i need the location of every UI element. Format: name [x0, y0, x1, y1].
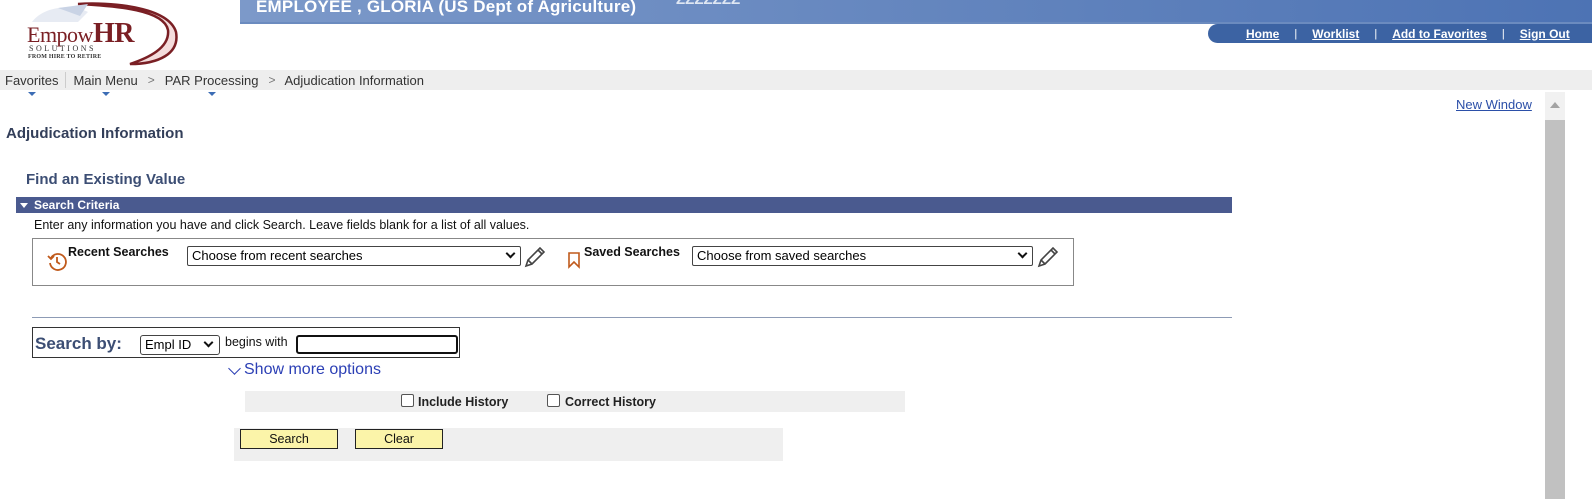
search-by-label: Search by: — [35, 334, 122, 353]
chevron-down-icon — [228, 361, 241, 375]
action-buttons-row: Search Clear — [234, 428, 783, 461]
operator-label: begins with — [225, 335, 288, 349]
page-title: Adjudication Information — [6, 125, 184, 142]
scrollbar-thumb[interactable] — [1545, 120, 1565, 499]
dropdown-arrow-icon — [207, 91, 216, 96]
logo-tagline: FROM HIRE TO RETIRE — [28, 54, 102, 60]
recent-searches-select[interactable]: Choose from recent searches — [187, 246, 521, 266]
breadcrumb: Favorites Main Menu > PAR Processing > A… — [0, 70, 1592, 96]
breadcrumb-favorites-label: Favorites — [5, 72, 59, 88]
breadcrumb-divider — [65, 72, 67, 88]
history-icon — [47, 253, 67, 271]
breadcrumb-par-processing[interactable]: PAR Processing — [160, 72, 264, 96]
search-instructions: Enter any information you have and click… — [34, 218, 530, 232]
vertical-scrollbar[interactable] — [1545, 92, 1565, 499]
logo-subtitle: SOLUTIONS — [29, 44, 96, 53]
correct-history-label: Correct History — [565, 395, 656, 409]
home-link[interactable]: Home — [1246, 27, 1279, 41]
nav-separator: | — [1501, 27, 1505, 40]
collapse-triangle-icon — [20, 202, 28, 208]
dropdown-arrow-icon — [27, 91, 36, 96]
empl-id-input[interactable] — [296, 335, 458, 354]
breadcrumb-main-menu[interactable]: Main Menu — [68, 72, 142, 96]
saved-searches-value: Choose from saved searches — [697, 248, 867, 263]
scroll-up-arrow-icon[interactable] — [1550, 102, 1560, 108]
breadcrumb-main-menu-label: Main Menu — [73, 72, 138, 88]
find-existing-value-heading: Find an Existing Value — [26, 171, 186, 188]
clear-button[interactable]: Clear — [355, 429, 443, 449]
dropdown-arrow-icon — [101, 91, 110, 96]
empowhr-logo: EmpowHR SOLUTIONS FROM HIRE TO RETIRE — [18, 2, 188, 66]
new-window-link[interactable]: New Window — [1456, 97, 1532, 112]
show-more-options-link[interactable]: Show more options — [227, 361, 381, 379]
search-by-panel: Search by: Empl ID begins with — [32, 327, 460, 358]
chevron-down-icon — [1017, 248, 1028, 259]
chevron-right-icon: > — [147, 73, 155, 87]
bookmark-icon — [568, 252, 580, 269]
breadcrumb-favorites[interactable]: Favorites — [0, 72, 63, 96]
search-field-value: Empl ID — [145, 337, 192, 352]
recent-searches-label: Recent Searches — [68, 245, 169, 259]
search-button[interactable]: Search — [240, 429, 338, 449]
employee-name-title: EMPLOYEE , GLORIA (US Dept of Agricultur… — [256, 0, 637, 16]
breadcrumb-current: Adjudication Information — [284, 72, 424, 88]
search-field-select[interactable]: Empl ID — [140, 335, 220, 355]
chevron-down-icon — [203, 337, 214, 348]
saved-searches-select[interactable]: Choose from saved searches — [692, 246, 1033, 266]
search-criteria-header[interactable]: Search Criteria — [16, 197, 1232, 213]
edit-recent-pencil-icon[interactable] — [521, 245, 547, 271]
correct-history-checkbox[interactable] — [547, 394, 560, 407]
chevron-down-icon — [505, 248, 516, 259]
breadcrumb-par-processing-label: PAR Processing — [164, 72, 259, 88]
banner-ghost-text: ZZZZZZZ — [676, 0, 740, 8]
recent-saved-searches-panel: Recent Searches Choose from recent searc… — [32, 238, 1074, 286]
history-options-row: Include History Correct History — [245, 391, 905, 412]
show-more-options-label: Show more options — [244, 361, 381, 378]
saved-searches-label: Saved Searches — [584, 245, 680, 259]
top-nav: Home | Worklist | Add to Favorites | Sig… — [1208, 25, 1592, 42]
include-history-checkbox[interactable] — [401, 394, 414, 407]
recent-searches-value: Choose from recent searches — [192, 248, 363, 263]
nav-separator: | — [1294, 27, 1298, 40]
add-to-favorites-link[interactable]: Add to Favorites — [1392, 27, 1487, 41]
include-history-label: Include History — [418, 395, 509, 409]
section-divider — [32, 317, 1232, 318]
search-criteria-label: Search Criteria — [34, 198, 120, 212]
nav-separator: | — [1374, 27, 1378, 40]
edit-saved-pencil-icon[interactable] — [1034, 245, 1060, 271]
sign-out-link[interactable]: Sign Out — [1520, 27, 1570, 41]
chevron-right-icon: > — [268, 73, 276, 87]
worklist-link[interactable]: Worklist — [1312, 27, 1359, 41]
